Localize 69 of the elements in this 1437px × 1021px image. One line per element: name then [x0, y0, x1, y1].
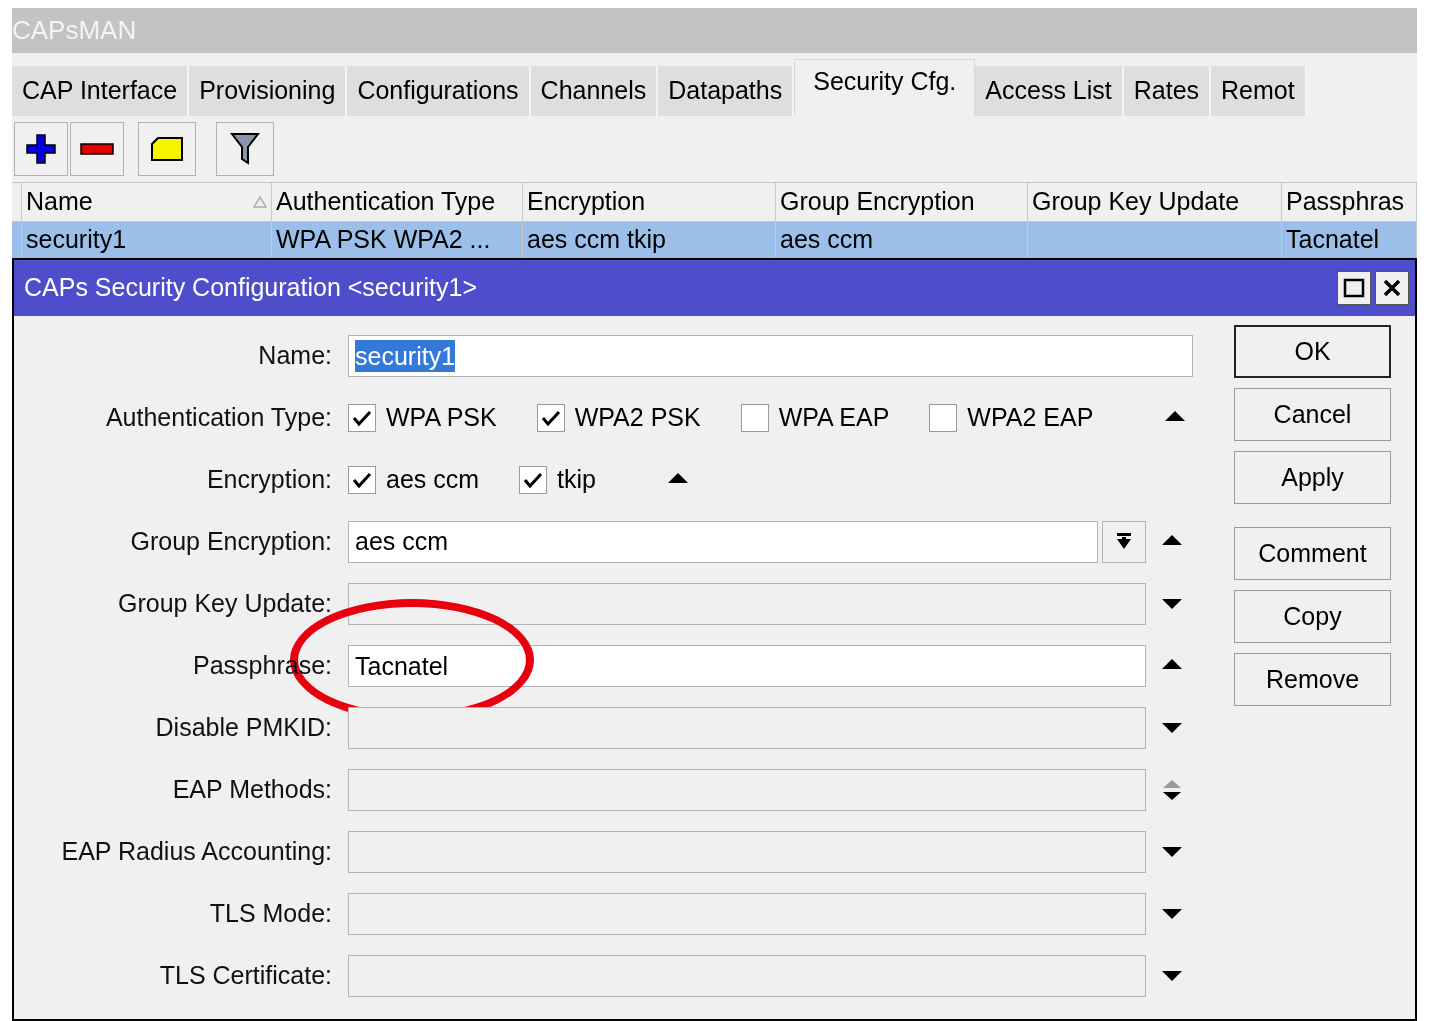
- input-field[interactable]: [348, 707, 1146, 749]
- checkbox[interactable]: aes ccm: [348, 461, 480, 499]
- dialog-button[interactable]: Comment: [1234, 527, 1391, 580]
- check-icon: [352, 409, 372, 427]
- field-label: Authentication Type:: [105, 402, 332, 434]
- tab[interactable]: Rates: [1123, 66, 1212, 116]
- dialog-button[interactable]: Cancel: [1234, 388, 1391, 441]
- tab[interactable]: Security Cfg.: [794, 59, 976, 116]
- filter-icon: [230, 132, 260, 166]
- field-label: TLS Mode:: [209, 898, 332, 930]
- checkbox[interactable]: WPA2 EAP: [929, 399, 1094, 437]
- table-cell-text: Tacnatel: [1286, 224, 1380, 256]
- dialog-button[interactable]: Remove: [1234, 653, 1391, 706]
- dialog-button[interactable]: OK: [1234, 325, 1391, 378]
- tab[interactable]: Access List: [975, 66, 1124, 116]
- minus-icon: [80, 143, 114, 155]
- plus-icon: [25, 133, 57, 165]
- maximize-icon: [1343, 278, 1365, 298]
- close-button[interactable]: [1375, 271, 1409, 305]
- note-icon: [150, 136, 184, 162]
- input-field[interactable]: security1: [348, 335, 1193, 377]
- field-label: Group Key Update:: [118, 588, 332, 620]
- input-field[interactable]: [348, 831, 1146, 873]
- table-row[interactable]: security1 WPA PSK WPA2 ... aes ccm tkip aes ccm Tacnatel: [12, 222, 1417, 258]
- field-label: TLS Certificate:: [159, 960, 332, 992]
- comment-button[interactable]: [138, 122, 196, 176]
- tab[interactable]: Datapaths: [658, 66, 795, 116]
- input-field[interactable]: [348, 583, 1146, 625]
- tab[interactable]: Remot: [1211, 66, 1307, 116]
- checkbox[interactable]: WPA PSK: [348, 399, 497, 437]
- tab[interactable]: CAP Interface: [12, 66, 190, 116]
- dialog-title: CAPs Security Configuration <security1>: [24, 272, 477, 304]
- close-icon: [1382, 278, 1402, 298]
- column-header[interactable]: Passphras: [1282, 183, 1417, 221]
- field-label: EAP Methods:: [172, 774, 332, 806]
- input-field[interactable]: [348, 893, 1146, 935]
- tab[interactable]: Configurations: [347, 66, 531, 116]
- field-label: Name:: [258, 340, 332, 372]
- add-button[interactable]: [14, 122, 68, 176]
- table-cell-text: security1: [26, 224, 127, 256]
- filter-button[interactable]: [216, 122, 274, 176]
- table-cell-text: aes ccm: [780, 224, 874, 256]
- tab[interactable]: Channels: [530, 66, 659, 116]
- checkbox[interactable]: WPA2 PSK: [536, 399, 701, 437]
- input-field[interactable]: Tacnatel: [348, 645, 1146, 687]
- maximize-button[interactable]: [1337, 271, 1371, 305]
- table-cell-text: aes ccm tkip: [527, 224, 666, 256]
- column-header[interactable]: Group Key Update: [1028, 183, 1282, 221]
- input-field[interactable]: [348, 955, 1146, 997]
- dropdown-button[interactable]: [1102, 521, 1146, 563]
- checkbox[interactable]: tkip: [519, 461, 596, 499]
- dialog-button[interactable]: Copy: [1234, 590, 1391, 643]
- field-label: Disable PMKID:: [155, 712, 332, 744]
- table-cell-text: WPA PSK WPA2 ...: [276, 224, 491, 256]
- column-header[interactable]: Authentication Type: [272, 183, 523, 221]
- column-header[interactable]: Encryption: [523, 183, 776, 221]
- check-icon: [352, 471, 372, 489]
- tab[interactable]: Provisioning: [189, 66, 348, 116]
- check-icon: [523, 471, 544, 489]
- field-label: Group Encryption:: [130, 526, 332, 558]
- remove-button[interactable]: [70, 122, 124, 176]
- field-label: Encryption:: [206, 464, 332, 496]
- column-header[interactable]: Name: [22, 183, 272, 221]
- check-icon: [540, 409, 561, 427]
- checkbox[interactable]: WPA EAP: [740, 399, 890, 437]
- dialog-button[interactable]: Apply: [1234, 451, 1391, 504]
- input-field[interactable]: [348, 769, 1146, 811]
- column-header[interactable]: Group Encryption: [776, 183, 1028, 221]
- field-label: EAP Radius Accounting:: [61, 836, 332, 868]
